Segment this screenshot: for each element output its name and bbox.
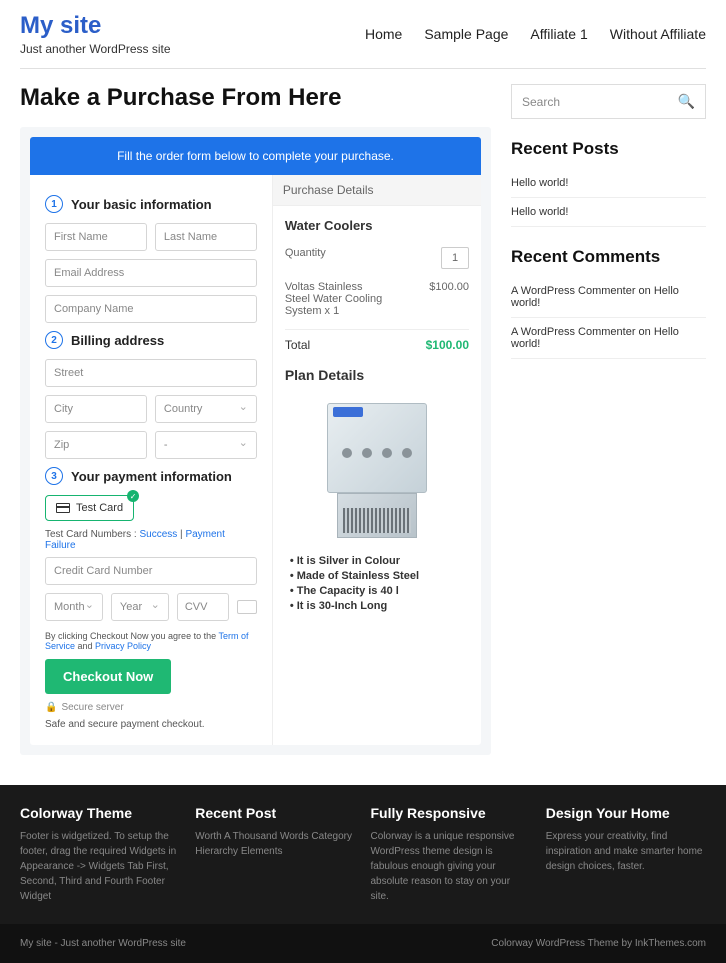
search-input[interactable]: Search 🔍 <box>511 84 706 119</box>
checkout-button[interactable]: Checkout Now <box>45 659 171 694</box>
footer-theme-link[interactable]: Colorway WordPress Theme by InkThemes.co… <box>491 938 706 949</box>
zip-input[interactable]: Zip <box>45 431 147 459</box>
footer-col-3: Fully ResponsiveColorway is a unique res… <box>371 805 531 904</box>
street-input[interactable]: Street <box>45 359 257 387</box>
city-input[interactable]: City <box>45 395 147 423</box>
feature-item: It is Silver in Colour <box>290 555 469 567</box>
link-success[interactable]: Success <box>139 529 177 540</box>
footer-site-info: My site - Just another WordPress site <box>20 938 186 949</box>
form-column: 1 Your basic information First Name Last… <box>30 175 273 745</box>
section-payment: 3 Your payment information <box>45 467 257 485</box>
tagline: Just another WordPress site <box>20 42 171 56</box>
month-select[interactable]: Month <box>45 593 103 621</box>
footer-col-2: Recent PostWorth A Thousand Words Catego… <box>195 805 355 904</box>
test-card-note: Test Card Numbers : Success | Payment Fa… <box>45 529 257 551</box>
footer-bar: My site - Just another WordPress site Co… <box>0 924 726 963</box>
safe-note: Safe and secure payment checkout. <box>45 719 257 730</box>
quantity-input[interactable]: 1 <box>441 247 469 269</box>
page-title: Make a Purchase From Here <box>20 84 491 112</box>
form-banner: Fill the order form below to complete yo… <box>30 137 481 175</box>
card-hint-icon <box>237 600 257 614</box>
content: Make a Purchase From Here Fill the order… <box>20 84 491 755</box>
secure-server: 🔒Secure server <box>45 702 257 713</box>
step-3-icon: 3 <box>45 467 63 485</box>
product-title: Water Coolers <box>285 218 469 233</box>
sidebar: Search 🔍 Recent Posts Hello world! Hello… <box>511 84 706 755</box>
company-input[interactable]: Company Name <box>45 295 257 323</box>
recent-comment-item[interactable]: A WordPress Commenter on Hello world! <box>511 277 706 318</box>
step-1-icon: 1 <box>45 195 63 213</box>
country-select[interactable]: Country <box>155 395 257 423</box>
email-input[interactable]: Email Address <box>45 259 257 287</box>
site-title[interactable]: My site <box>20 12 171 40</box>
plan-details-title: Plan Details <box>285 367 469 383</box>
step-2-icon: 2 <box>45 331 63 349</box>
line-price: $100.00 <box>429 281 469 293</box>
cvv-input[interactable]: CVV <box>177 593 229 621</box>
recent-comment-item[interactable]: A WordPress Commenter on Hello world! <box>511 318 706 359</box>
product-image <box>307 393 447 543</box>
search-icon[interactable]: 🔍 <box>678 93 695 110</box>
footer-col-1: Colorway ThemeFooter is widgetized. To s… <box>20 805 180 904</box>
recent-comments-title: Recent Comments <box>511 247 706 267</box>
footer: Colorway ThemeFooter is widgetized. To s… <box>0 785 726 924</box>
terms-text: By clicking Checkout Now you agree to th… <box>45 631 257 651</box>
region-select[interactable]: - <box>155 431 257 459</box>
nav-affiliate-1[interactable]: Affiliate 1 <box>530 26 587 42</box>
checkout-wrap: Fill the order form below to complete yo… <box>20 127 491 755</box>
section-billing: 2 Billing address <box>45 331 257 349</box>
nav-home[interactable]: Home <box>365 26 402 42</box>
feature-item: Made of Stainless Steel <box>290 570 469 582</box>
header: My site Just another WordPress site Home… <box>0 0 726 68</box>
section-basic-info: 1 Your basic information <box>45 195 257 213</box>
recent-post-item[interactable]: Hello world! <box>511 169 706 198</box>
feature-list: It is Silver in Colour Made of Stainless… <box>285 555 469 612</box>
last-name-input[interactable]: Last Name <box>155 223 257 251</box>
total-label: Total <box>285 338 310 352</box>
test-card-button[interactable]: Test Card ✓ <box>45 495 134 521</box>
purchase-details-head: Purchase Details <box>273 175 481 206</box>
footer-col-4: Design Your HomeExpress your creativity,… <box>546 805 706 904</box>
nav-sample-page[interactable]: Sample Page <box>424 26 508 42</box>
cc-number-input[interactable]: Credit Card Number <box>45 557 257 585</box>
quantity-label: Quantity <box>285 247 326 259</box>
main-nav: Home Sample Page Affiliate 1 Without Aff… <box>365 26 706 42</box>
total-amount: $100.00 <box>426 338 469 352</box>
recent-post-item[interactable]: Hello world! <box>511 198 706 227</box>
recent-posts-title: Recent Posts <box>511 139 706 159</box>
card-icon <box>56 503 70 513</box>
feature-item: The Capacity is 40 l <box>290 585 469 597</box>
feature-item: It is 30-Inch Long <box>290 600 469 612</box>
line-item: Voltas Stainless Steel Water Cooling Sys… <box>285 281 385 317</box>
link-privacy[interactable]: Privacy Policy <box>95 641 151 651</box>
summary-column: Purchase Details Water Coolers Quantity … <box>273 175 481 745</box>
year-select[interactable]: Year <box>111 593 169 621</box>
check-badge-icon: ✓ <box>127 490 139 502</box>
first-name-input[interactable]: First Name <box>45 223 147 251</box>
lock-icon: 🔒 <box>45 702 57 713</box>
nav-without-affiliate[interactable]: Without Affiliate <box>610 26 706 42</box>
